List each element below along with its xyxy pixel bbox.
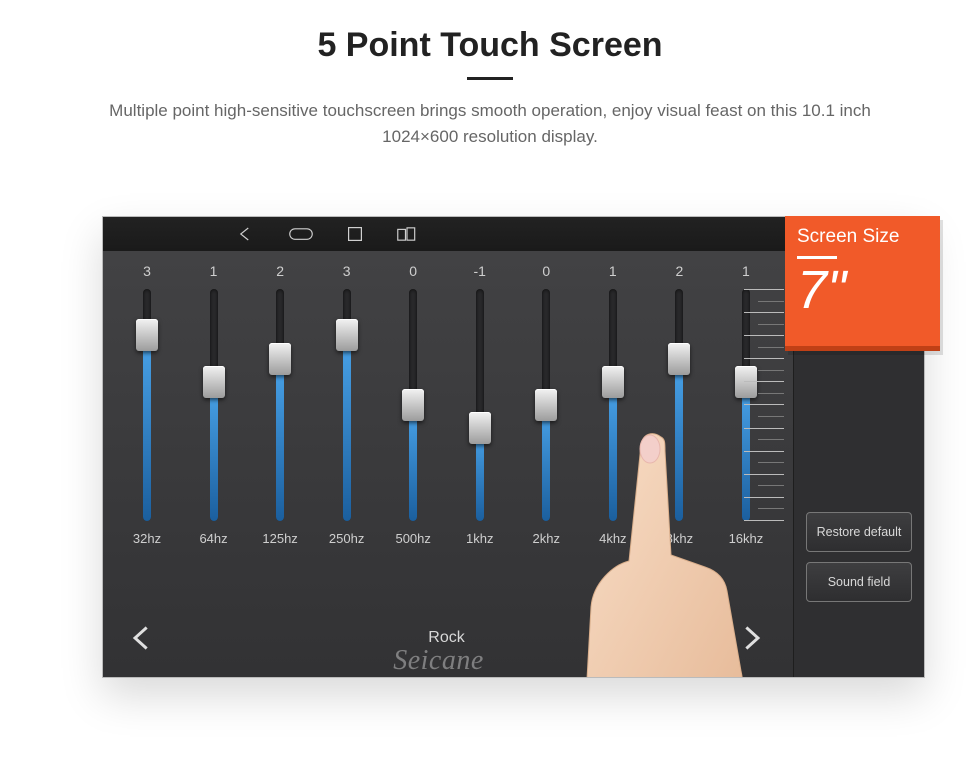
eq-band: 0 500hz: [385, 263, 441, 563]
eq-slider-track[interactable]: [476, 289, 484, 521]
eq-slider-knob[interactable]: [668, 343, 690, 375]
storage-icon[interactable]: [397, 226, 417, 242]
hero-subtitle: Multiple point high-sensitive touchscree…: [80, 98, 900, 151]
preset-name: Rock: [428, 629, 464, 647]
restore-default-button[interactable]: Restore default: [806, 512, 912, 552]
callout-label: Screen Size: [797, 226, 928, 248]
eq-band: 3 250hz: [319, 263, 375, 563]
eq-slider-knob[interactable]: [269, 343, 291, 375]
eq-band: 2 125hz: [252, 263, 308, 563]
eq-band-value: 1: [742, 263, 750, 283]
eq-slider-track[interactable]: [609, 289, 617, 521]
eq-slider-track[interactable]: [143, 289, 151, 521]
eq-band-freq: 32hz: [133, 531, 161, 546]
eq-band-value: 0: [409, 263, 417, 283]
eq-slider-track[interactable]: [542, 289, 550, 521]
eq-slider-knob[interactable]: [203, 366, 225, 398]
eq-slider-knob[interactable]: [336, 319, 358, 351]
eq-band: 0 2khz: [518, 263, 574, 563]
eq-band-freq: 64hz: [199, 531, 227, 546]
eq-band-value: 2: [276, 263, 284, 283]
eq-slider-knob[interactable]: [535, 389, 557, 421]
eq-slider-track[interactable]: [210, 289, 218, 521]
sound-field-button[interactable]: Sound field: [806, 562, 912, 602]
eq-sliders: 3 32hz 1 64hz 2 125hz 3 250hz 0 500hz -1 1khz 0 2khz 1…: [119, 263, 774, 563]
eq-band-freq: 500hz: [395, 531, 430, 546]
eq-band-freq: 250hz: [329, 531, 364, 546]
eq-band-value: 1: [609, 263, 617, 283]
eq-band-freq: 4khz: [599, 531, 626, 546]
callout-value: 7": [797, 263, 928, 317]
eq-band-value: -1: [474, 263, 486, 283]
eq-slider-track[interactable]: [409, 289, 417, 521]
eq-band: 1 4khz: [585, 263, 641, 563]
eq-band-value: 3: [143, 263, 151, 283]
eq-ruler: [744, 289, 784, 521]
home-icon[interactable]: [289, 227, 313, 241]
eq-band: 2 8khz: [651, 263, 707, 563]
eq-slider-track[interactable]: [276, 289, 284, 521]
eq-slider-track[interactable]: [343, 289, 351, 521]
eq-slider-knob[interactable]: [602, 366, 624, 398]
eq-band-freq: 125hz: [262, 531, 297, 546]
eq-band-value: 2: [675, 263, 683, 283]
eq-band: -1 1khz: [452, 263, 508, 563]
back-icon[interactable]: [237, 225, 255, 243]
eq-band-value: 3: [343, 263, 351, 283]
preset-prev-button[interactable]: [119, 615, 165, 661]
eq-slider-knob[interactable]: [402, 389, 424, 421]
recent-icon[interactable]: [347, 226, 363, 242]
title-underline: [467, 77, 513, 80]
eq-slider-knob[interactable]: [469, 412, 491, 444]
eq-slider-knob[interactable]: [136, 319, 158, 351]
eq-band-freq: 1khz: [466, 531, 493, 546]
eq-band: 1 64hz: [186, 263, 242, 563]
eq-slider-track[interactable]: [675, 289, 683, 521]
eq-band-value: 0: [542, 263, 550, 283]
callout-underline: [797, 256, 837, 259]
eq-band-value: 1: [210, 263, 218, 283]
eq-band: 3 32hz: [119, 263, 175, 563]
eq-band-freq: 16khz: [729, 531, 764, 546]
preset-bar: Rock: [119, 613, 774, 663]
preset-next-button[interactable]: [728, 615, 774, 661]
hero-title: 5 Point Touch Screen: [0, 26, 980, 65]
eq-band-freq: 8khz: [666, 531, 693, 546]
eq-band-freq: 2khz: [533, 531, 560, 546]
screen-size-callout: Screen Size 7": [785, 216, 940, 351]
